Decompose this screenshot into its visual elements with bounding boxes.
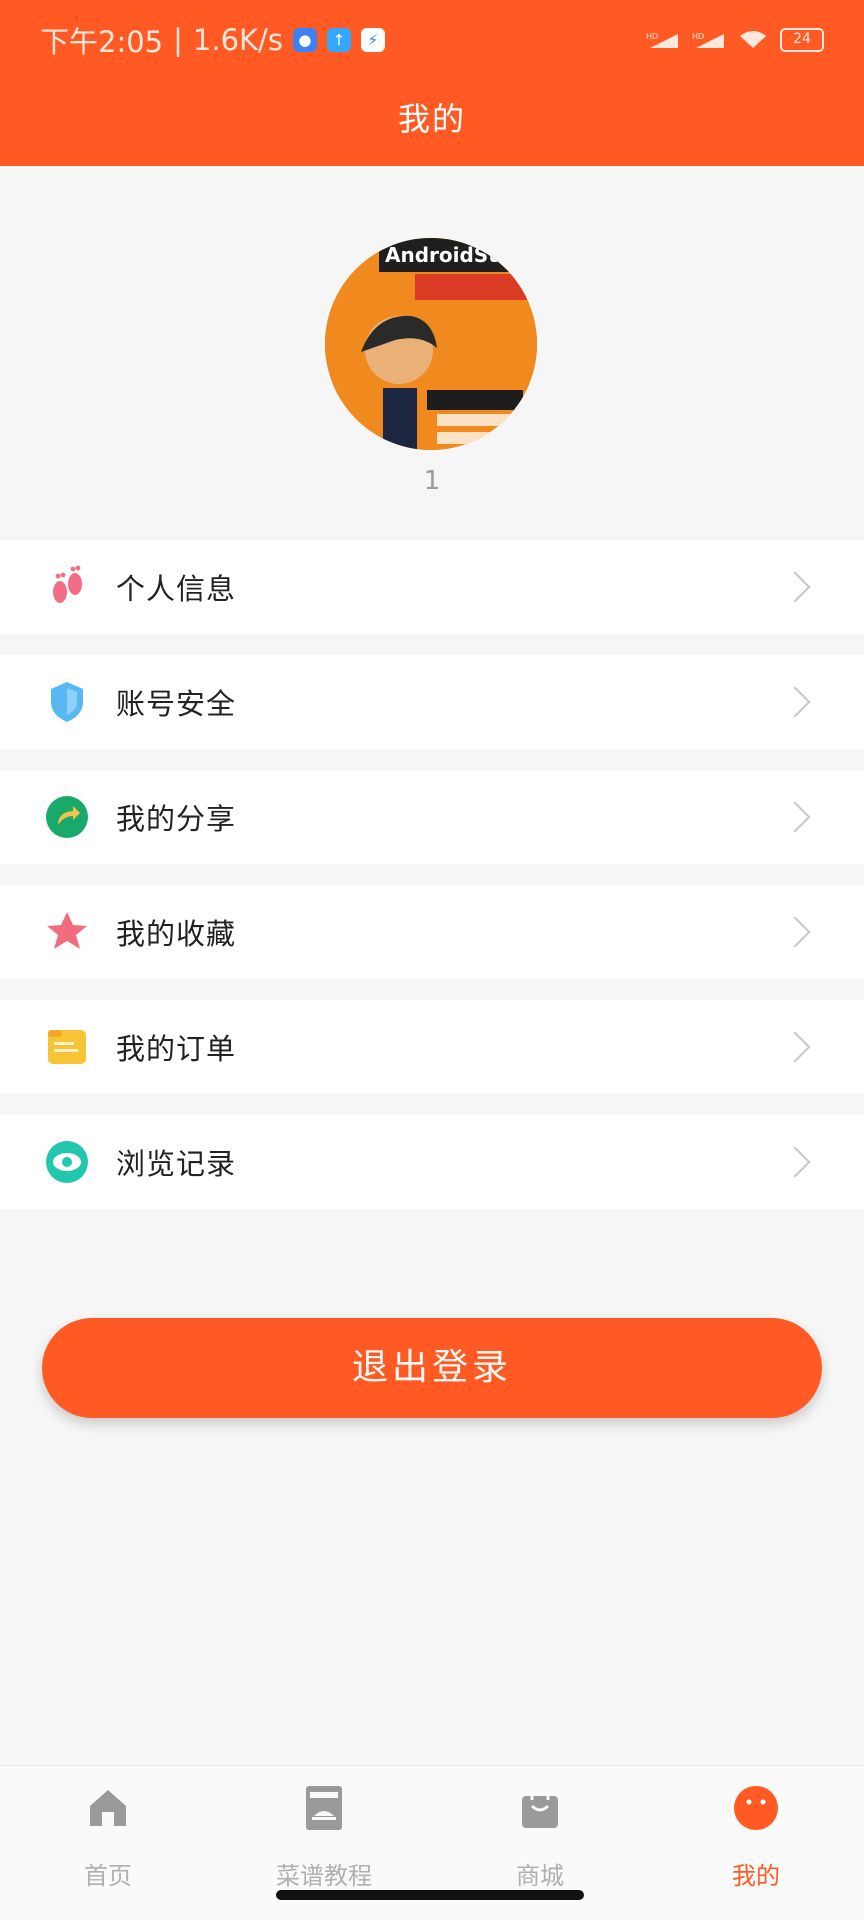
- menu-label: 我的收藏: [116, 917, 237, 951]
- profile-icon: [734, 1786, 778, 1830]
- message-app-icon: ●: [292, 28, 317, 52]
- lightning-app-icon: ⚡: [360, 28, 385, 52]
- menu-label: 我的订单: [116, 1032, 237, 1066]
- nav-label: 菜谱教程: [276, 1862, 372, 1890]
- menu-label: 账号安全: [116, 687, 237, 721]
- status-left: 下午2:05 | 1.6K/s ● ↑ ⚡: [40, 19, 385, 61]
- status-time: 下午2:05: [40, 25, 164, 59]
- chevron-right-icon: [779, 571, 811, 603]
- menu-item-my-favorites[interactable]: 我的收藏: [0, 885, 864, 979]
- chevron-right-icon: [779, 916, 811, 948]
- avatar[interactable]: AndroidStu: [325, 238, 537, 450]
- nav-item-recipes[interactable]: 菜谱教程: [244, 1784, 404, 1894]
- nav-label: 我的: [732, 1862, 780, 1890]
- chevron-right-icon: [779, 801, 811, 833]
- wifi-icon: [740, 31, 766, 48]
- chevron-right-icon: [779, 1146, 811, 1178]
- page-title: 我的: [397, 100, 466, 138]
- profile-section: AndroidStu 1: [0, 166, 864, 540]
- eye-icon: [46, 1141, 88, 1183]
- app-header: 下午2:05 | 1.6K/s ● ↑ ⚡ HD HD 24 我的: [0, 0, 864, 166]
- shopping-bag-icon: [522, 1788, 558, 1828]
- battery-indicator: 24: [780, 28, 824, 52]
- signal-hd-text: HD: [646, 32, 658, 41]
- nav-label: 首页: [84, 1862, 132, 1890]
- menu-book-icon: [306, 1786, 342, 1830]
- menu-item-my-share[interactable]: 我的分享: [0, 770, 864, 864]
- network-speed: 1.6K/s: [192, 23, 283, 57]
- signal-icon: HD: [692, 32, 724, 48]
- bottom-navigation: 首页 菜谱教程 商城 我的: [0, 1765, 864, 1920]
- nav-item-shop[interactable]: 商城: [460, 1784, 620, 1894]
- menu-label: 我的分享: [116, 802, 237, 836]
- nav-label: 商城: [516, 1862, 564, 1890]
- menu-label: 个人信息: [116, 572, 237, 606]
- menu-list: 个人信息 账号安全 我的分享 我的收藏 我的订单 浏览记录: [0, 540, 864, 1230]
- username-label: 1: [423, 466, 441, 496]
- star-icon: [47, 912, 87, 949]
- home-indicator: [276, 1890, 584, 1900]
- avatar-brand-text: AndroidStu: [385, 243, 512, 267]
- logout-button[interactable]: 退出登录: [42, 1318, 822, 1418]
- upload-app-icon: ↑: [326, 28, 351, 52]
- menu-item-my-orders[interactable]: 我的订单: [0, 1000, 864, 1094]
- footprints-icon: [53, 565, 82, 603]
- nav-item-mine[interactable]: 我的: [676, 1784, 836, 1894]
- share-icon: [46, 796, 88, 838]
- status-separator: |: [173, 23, 183, 57]
- avatar-image: AndroidStu: [325, 238, 537, 450]
- signal-hd-text: HD: [692, 32, 704, 41]
- signal-icon: HD: [646, 32, 678, 48]
- menu-label: 浏览记录: [116, 1147, 237, 1181]
- nav-item-home[interactable]: 首页: [28, 1784, 188, 1894]
- shield-icon: [51, 682, 83, 722]
- menu-item-account-security[interactable]: 账号安全: [0, 655, 864, 749]
- menu-item-personal-info[interactable]: 个人信息: [0, 540, 864, 634]
- home-icon: [90, 1790, 126, 1826]
- status-right: HD HD 24: [646, 28, 824, 52]
- chevron-right-icon: [779, 686, 811, 718]
- status-bar: 下午2:05 | 1.6K/s ● ↑ ⚡ HD HD 24: [0, 0, 864, 80]
- order-icon: [48, 1030, 86, 1064]
- chevron-right-icon: [779, 1031, 811, 1063]
- menu-item-browse-history[interactable]: 浏览记录: [0, 1115, 864, 1209]
